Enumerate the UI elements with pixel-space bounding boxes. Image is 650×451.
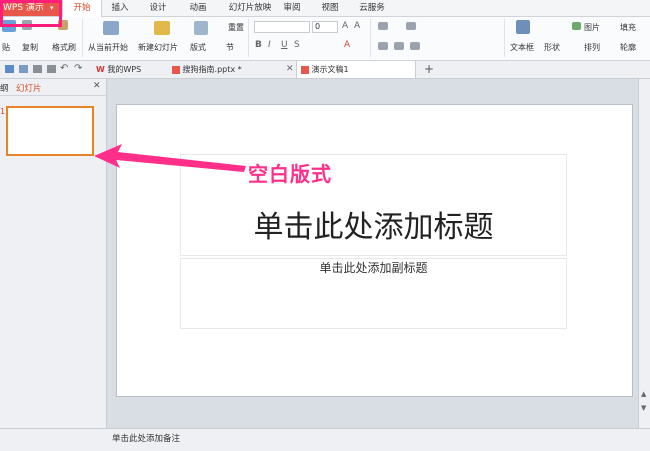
annotation-label: 空白版式: [248, 162, 332, 186]
arrow-head-icon: [94, 144, 246, 172]
annotation-arrow: [94, 144, 246, 172]
